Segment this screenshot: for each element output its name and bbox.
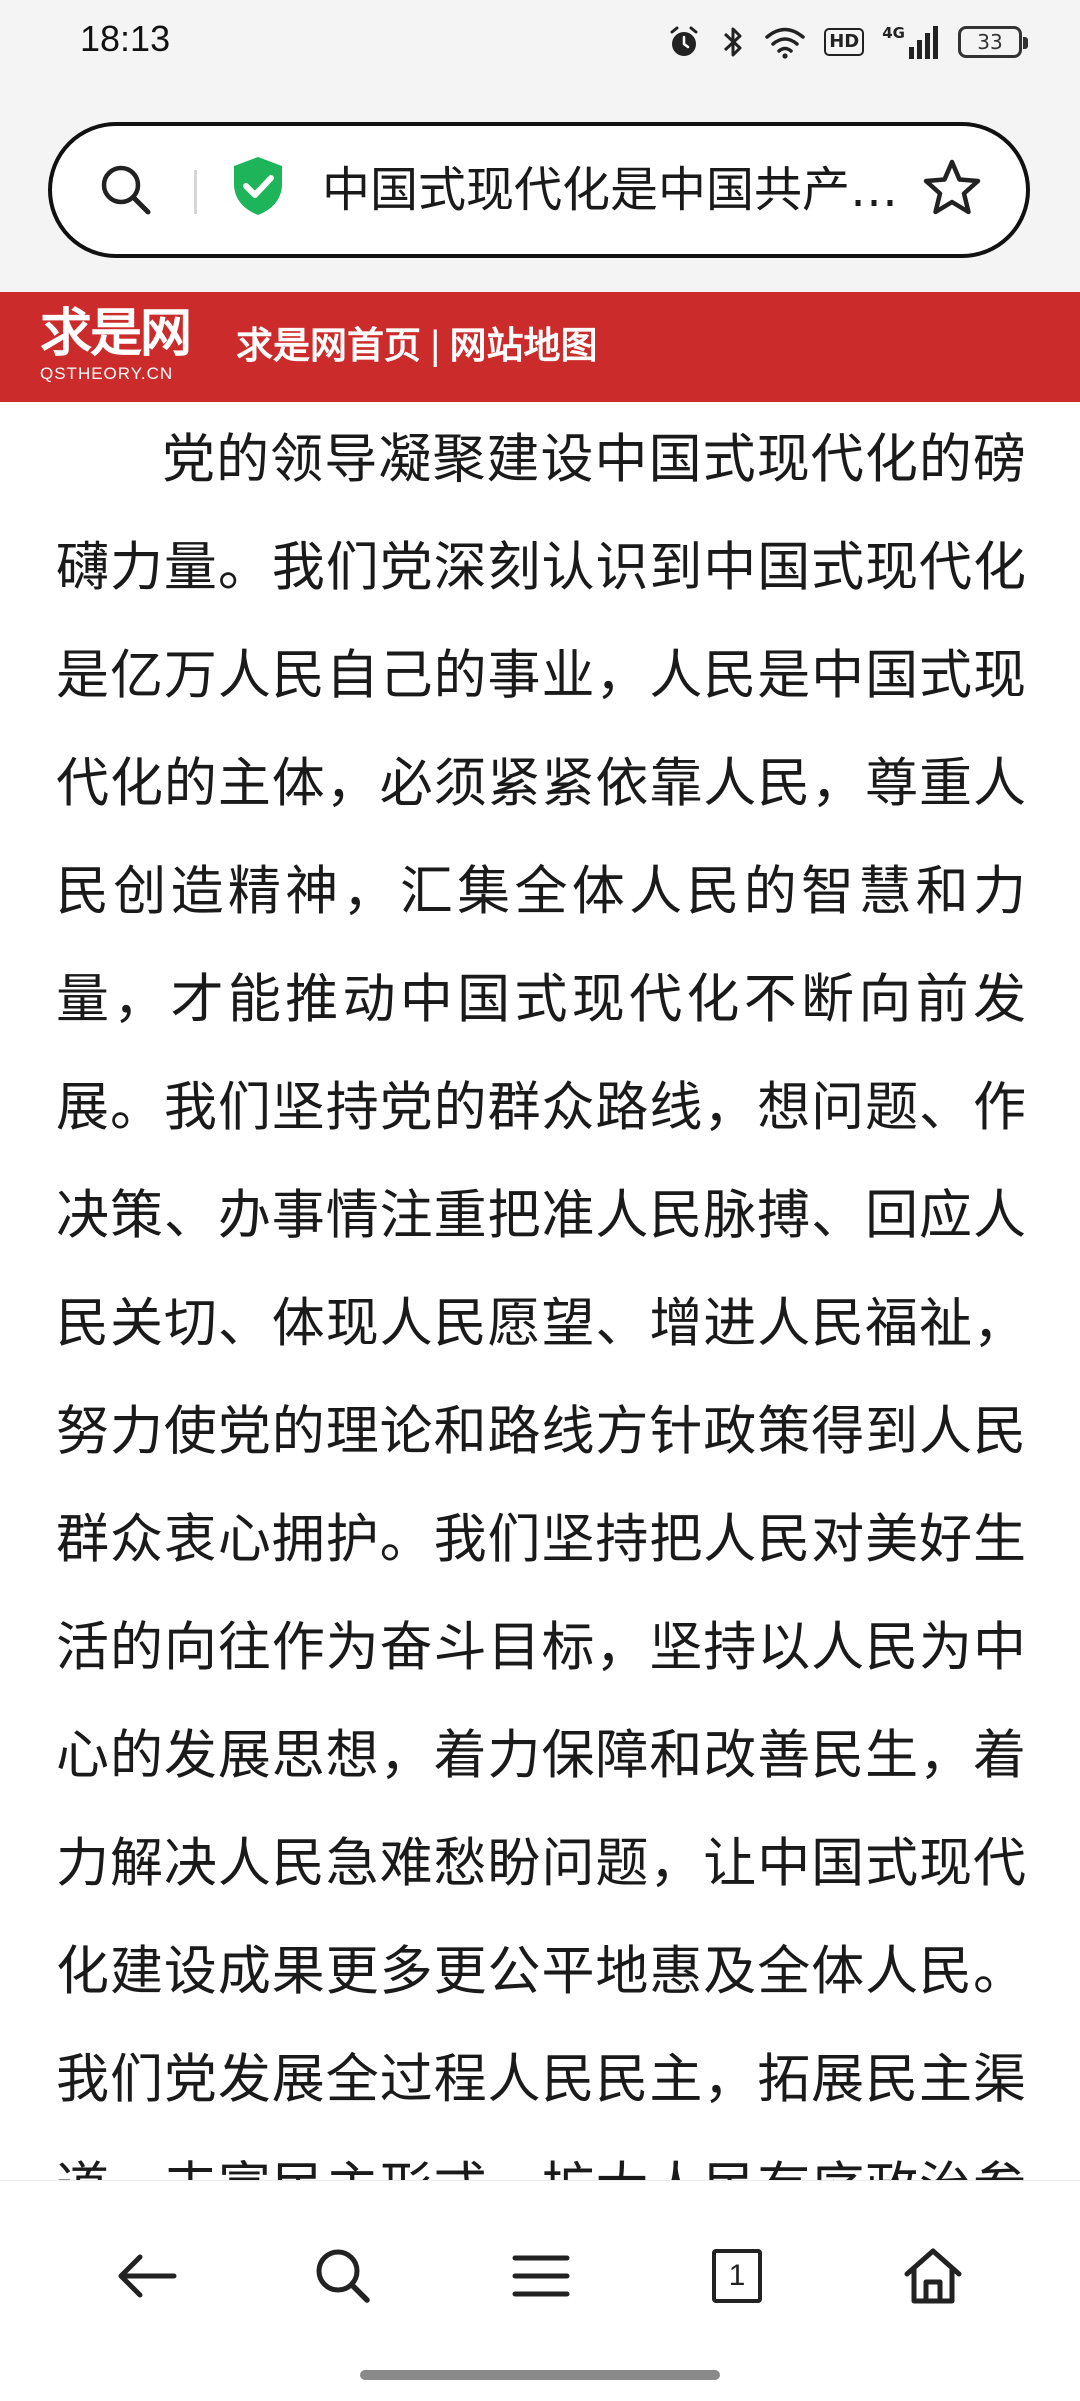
bluetooth-icon [720, 24, 746, 60]
address-divider [194, 170, 197, 214]
site-header: 求是网 QSTHEORY.CN 求是网首页 | 网站地图 [0, 292, 1080, 402]
article-paragraph: 党的领导凝聚建设中国式现代化的磅礴力量。我们党深刻认识到中国式现代化是亿万人民自… [56, 429, 1026, 2180]
signal-icon: 4G [882, 25, 940, 59]
shield-check-icon[interactable] [228, 154, 288, 218]
battery-icon: 33 [958, 26, 1028, 58]
home-link[interactable]: 求是网首页 [236, 318, 421, 374]
menu-icon[interactable] [496, 2231, 586, 2321]
address-bar[interactable]: 中国式现代化是中国共产… [48, 122, 1030, 258]
logo-text: 求是网 [40, 304, 192, 364]
status-time: 18:13 [80, 18, 171, 59]
wifi-icon [764, 25, 806, 59]
link-separator: | [429, 324, 442, 367]
browser-toolbar: 中国式现代化是中国共产… [0, 82, 1080, 292]
home-indicator[interactable] [360, 2370, 720, 2380]
tab-count: 1 [712, 2249, 762, 2303]
site-logo[interactable]: 求是网 QSTHEORY.CN [40, 304, 210, 390]
sitemap-link[interactable]: 网站地图 [449, 318, 597, 374]
status-bar: 18:13 HD 4G 33 [0, 0, 1080, 82]
alarm-icon [666, 24, 702, 60]
bottom-navigation: 1 [0, 2180, 1080, 2401]
hd-icon: HD [824, 28, 865, 56]
search-icon[interactable] [96, 160, 156, 220]
logo-subtext: QSTHEORY.CN [40, 364, 174, 383]
url-text[interactable]: 中国式现代化是中国共产… [322, 160, 922, 220]
tabs-icon[interactable]: 1 [692, 2231, 782, 2321]
back-arrow-icon[interactable] [102, 2231, 192, 2321]
search-icon[interactable] [298, 2231, 388, 2321]
star-icon[interactable] [920, 156, 984, 220]
header-links: 求是网首页 | 网站地图 [236, 318, 597, 374]
home-icon[interactable] [888, 2231, 978, 2321]
battery-level: 33 [977, 30, 1003, 54]
status-icons: HD 4G 33 [666, 20, 1028, 64]
network-type-label: 4G [882, 24, 905, 42]
article-content[interactable]: 党的领导凝聚建设中国式现代化的磅礴力量。我们党深刻认识到中国式现代化是亿万人民自… [0, 402, 1080, 2180]
